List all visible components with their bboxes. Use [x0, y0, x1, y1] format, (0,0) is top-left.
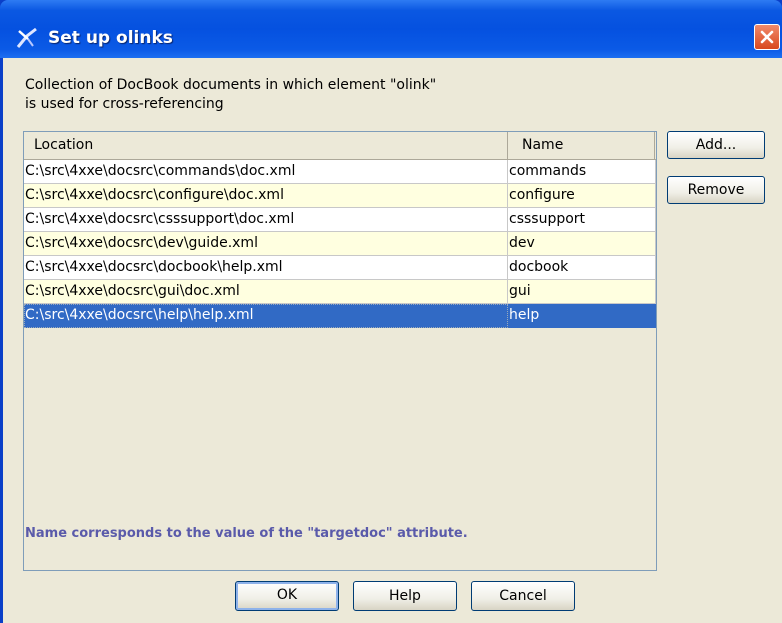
name-cell[interactable]: configure	[508, 184, 656, 208]
add-button[interactable]: Add...	[667, 131, 765, 159]
location-cell[interactable]: C:\src\4xxe\docsrc\csssupport\doc.xml	[24, 208, 508, 232]
olinks-table[interactable]: Location Name C:\src\4xxe\docsrc\command…	[23, 131, 657, 571]
table-row[interactable]: C:\src\4xxe\docsrc\dev\guide.xml dev	[24, 232, 656, 256]
cancel-button[interactable]: Cancel	[471, 581, 575, 611]
location-cell[interactable]: C:\src\4xxe\docsrc\help\help.xml	[24, 304, 508, 328]
remove-button[interactable]: Remove	[667, 176, 765, 204]
table-row[interactable]: C:\src\4xxe\docsrc\docbook\help.xml docb…	[24, 256, 656, 280]
location-cell[interactable]: C:\src\4xxe\docsrc\docbook\help.xml	[24, 256, 508, 280]
description-line-2: is used for cross-referencing	[25, 96, 224, 112]
location-cell[interactable]: C:\src\4xxe\docsrc\configure\doc.xml	[24, 184, 508, 208]
name-cell[interactable]: dev	[508, 232, 656, 256]
location-cell[interactable]: C:\src\4xxe\docsrc\gui\doc.xml	[24, 280, 508, 304]
name-cell[interactable]: docbook	[508, 256, 656, 280]
name-cell[interactable]: csssupport	[508, 208, 656, 232]
column-header-location[interactable]: Location	[24, 132, 508, 159]
help-button[interactable]: Help	[353, 581, 457, 611]
table-row[interactable]: C:\src\4xxe\docsrc\csssupport\doc.xml cs…	[24, 208, 656, 232]
name-cell[interactable]: help	[508, 304, 656, 328]
close-icon	[760, 30, 774, 44]
table-row-selected[interactable]: C:\src\4xxe\docsrc\help\help.xml help	[24, 304, 656, 328]
close-button[interactable]	[754, 24, 780, 50]
window-title: Set up olinks	[48, 28, 173, 48]
description: Collection of DocBook documents in which…	[25, 76, 436, 114]
location-cell[interactable]: C:\src\4xxe\docsrc\commands\doc.xml	[24, 160, 508, 184]
dialog-body: Collection of DocBook documents in which…	[3, 58, 782, 623]
dialog-window: Set up olinks Collection of DocBook docu…	[0, 0, 782, 623]
name-cell[interactable]: gui	[508, 280, 656, 304]
ok-button[interactable]: OK	[235, 581, 339, 611]
table-row[interactable]: C:\src\4xxe\docsrc\configure\doc.xml con…	[24, 184, 656, 208]
table-row[interactable]: C:\src\4xxe\docsrc\gui\doc.xml gui	[24, 280, 656, 304]
title-bar[interactable]: Set up olinks	[0, 0, 782, 58]
table-header: Location Name	[24, 132, 656, 160]
xxe-app-icon	[16, 27, 38, 49]
hint-text: Name corresponds to the value of the "ta…	[25, 526, 468, 541]
location-cell[interactable]: C:\src\4xxe\docsrc\dev\guide.xml	[24, 232, 508, 256]
column-header-name[interactable]: Name	[508, 132, 655, 159]
table-row[interactable]: C:\src\4xxe\docsrc\commands\doc.xml comm…	[24, 160, 656, 184]
name-cell[interactable]: commands	[508, 160, 656, 184]
description-line-1: Collection of DocBook documents in which…	[25, 77, 437, 93]
